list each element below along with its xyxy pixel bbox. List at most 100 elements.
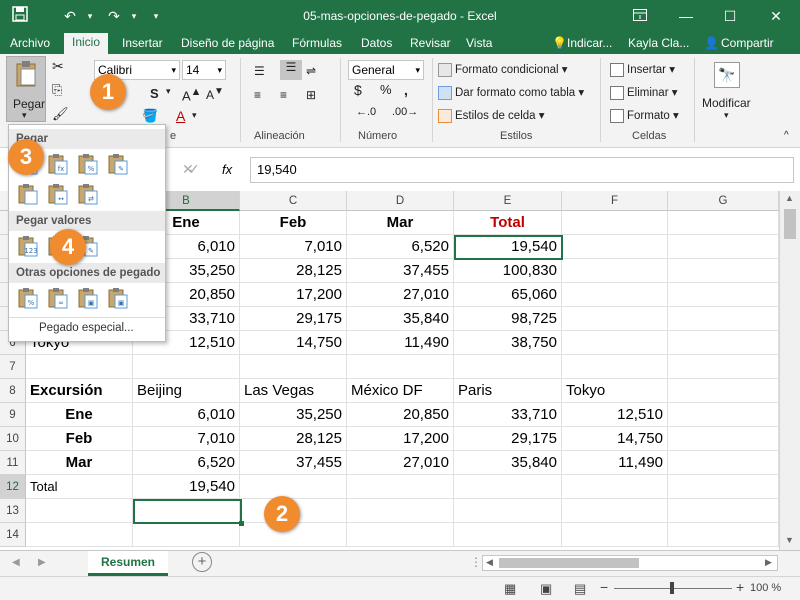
cell-d5[interactable]: 27,010 [347, 283, 454, 307]
page-layout-view-icon[interactable]: ▣ [540, 581, 552, 597]
paste-formulas-icon[interactable]: fx [47, 153, 69, 175]
underline-icon[interactable]: S [150, 86, 159, 101]
normal-view-icon[interactable]: ▦ [504, 581, 516, 597]
font-color-dropdown-icon[interactable]: ▾ [192, 110, 197, 121]
font-size-combo[interactable]: 14 ▾ [182, 60, 226, 80]
tab-archivo[interactable]: Archivo [10, 35, 50, 54]
cell-g9[interactable] [668, 403, 779, 427]
cell-e6[interactable]: 38,750 [454, 331, 562, 355]
sheet-bar-splitter-icon[interactable]: ⋮ [470, 555, 482, 569]
cell-c8[interactable]: Las Vegas [240, 379, 347, 403]
cell-d11[interactable]: 27,010 [347, 451, 454, 475]
fill-color-icon[interactable]: 🪣 [142, 108, 158, 124]
cell-c2[interactable]: Feb [240, 211, 347, 235]
paste-button[interactable]: Pegar ▾ [6, 56, 46, 122]
font-grow-icon[interactable]: A▲ [182, 86, 201, 103]
paste-link-icon[interactable]: ∞ [47, 287, 69, 309]
cell-c11[interactable]: 37,455 [240, 451, 347, 475]
cell-g6[interactable] [668, 307, 779, 331]
paste-formatting-icon[interactable]: % [17, 287, 39, 309]
cell-g2[interactable] [668, 211, 779, 235]
cell-e10[interactable]: 29,175 [454, 427, 562, 451]
collapse-ribbon-icon[interactable]: ^ [784, 130, 789, 141]
paste-no-borders-icon[interactable] [17, 183, 39, 205]
row-header[interactable]: 11 [0, 451, 26, 475]
cell-g6[interactable] [668, 331, 779, 355]
cell-e6[interactable]: 98,725 [454, 307, 562, 331]
cell-f11[interactable]: 11,490 [562, 451, 668, 475]
format-painter-icon[interactable]: 🖌 [52, 106, 69, 122]
cell-c7[interactable] [240, 355, 347, 379]
cell-f3[interactable] [562, 235, 668, 259]
cell-e7[interactable] [454, 355, 562, 379]
paste-keep-column-widths-icon[interactable]: ↔ [47, 183, 69, 205]
paste-linked-picture-icon[interactable]: ▣ [107, 287, 129, 309]
cell-f13[interactable] [562, 499, 668, 523]
add-sheet-icon[interactable]: + [192, 552, 212, 572]
ribbon-display-icon[interactable] [626, 4, 654, 28]
minimize-icon[interactable]: — [672, 4, 700, 28]
align-top-icon[interactable]: ☰ [254, 64, 265, 78]
cell-d13[interactable] [347, 499, 454, 523]
cell-g13[interactable] [668, 499, 779, 523]
cell-f7[interactable] [562, 355, 668, 379]
cell-e5[interactable]: 65,060 [454, 283, 562, 307]
tell-me-box[interactable]: Indicar... [567, 35, 612, 54]
share-button[interactable]: Compartir [721, 35, 774, 54]
cell-f5[interactable] [562, 283, 668, 307]
modify-button[interactable]: 🔭 Modificar ▾ [702, 58, 754, 122]
cell-d4[interactable]: 37,455 [347, 259, 454, 283]
wrap-text-icon[interactable]: ⇌ [306, 64, 316, 78]
underline-dropdown-icon[interactable]: ▾ [166, 86, 171, 97]
scroll-left-icon[interactable]: ◀ [486, 557, 493, 568]
tab-formulas[interactable]: Fórmulas [292, 35, 342, 54]
cell-f4[interactable] [562, 259, 668, 283]
scroll-down-icon[interactable]: ▼ [785, 535, 794, 545]
row-header[interactable]: 12 [0, 475, 26, 499]
cell-g3[interactable] [668, 235, 779, 259]
zoom-level[interactable]: 100 % [750, 582, 781, 594]
scroll-up-icon[interactable]: ▲ [785, 193, 794, 203]
cell-e13[interactable] [454, 499, 562, 523]
tab-datos[interactable]: Datos [361, 35, 392, 54]
align-center-icon[interactable]: ≡ [280, 88, 287, 102]
format-as-table-button[interactable]: Dar formato como tabla ▾ [438, 85, 584, 100]
paste-special-item[interactable]: Pegado especial... [39, 322, 134, 334]
paste-transpose-icon[interactable]: ⇄ [77, 183, 99, 205]
cell-d6[interactable]: 11,490 [347, 331, 454, 355]
sheet-tab-resumen[interactable]: Resumen [88, 551, 168, 576]
font-color-icon[interactable]: A [176, 108, 185, 124]
align-left-icon[interactable]: ≡ [254, 88, 261, 102]
number-format-combo[interactable]: General ▾ [348, 60, 424, 80]
page-break-view-icon[interactable]: ▤ [574, 581, 586, 597]
col-header-e[interactable]: E [454, 191, 562, 211]
cell-f9[interactable]: 12,510 [562, 403, 668, 427]
cell-c10[interactable]: 28,125 [240, 427, 347, 451]
align-middle-icon[interactable]: ☰ [280, 60, 302, 80]
horizontal-scrollbar[interactable]: ◀ ▶ [482, 555, 778, 571]
decrease-decimal-icon[interactable]: .00→ [392, 106, 418, 118]
cell-b8[interactable]: Beijing [133, 379, 240, 403]
row-header[interactable]: 7 [0, 355, 26, 379]
cell-e14[interactable] [454, 523, 562, 547]
tab-insertar[interactable]: Insertar [122, 35, 163, 54]
cell-e12[interactable] [454, 475, 562, 499]
tab-revisar[interactable]: Revisar [410, 35, 451, 54]
insert-cells-button[interactable]: Insertar ▾ [610, 62, 675, 77]
cell-c4[interactable]: 28,125 [240, 259, 347, 283]
col-header-d[interactable]: D [347, 191, 454, 211]
cell-a10[interactable]: Feb [26, 427, 133, 451]
cell-c5[interactable]: 17,200 [240, 283, 347, 307]
cell-g4[interactable] [668, 259, 779, 283]
cell-styles-button[interactable]: Estilos de celda ▾ [438, 108, 545, 123]
copy-icon[interactable]: ⎘ [52, 82, 62, 98]
cell-d12[interactable] [347, 475, 454, 499]
cell-f12[interactable] [562, 475, 668, 499]
formula-input[interactable]: 19,540 [250, 157, 794, 183]
cell-b10[interactable]: 7,010 [133, 427, 240, 451]
cell-e8[interactable]: Paris [454, 379, 562, 403]
vertical-scrollbar[interactable]: ▲ ▼ [779, 191, 800, 550]
row-header[interactable]: 13 [0, 499, 26, 523]
cell-d7[interactable] [347, 355, 454, 379]
cell-g7[interactable] [668, 355, 779, 379]
